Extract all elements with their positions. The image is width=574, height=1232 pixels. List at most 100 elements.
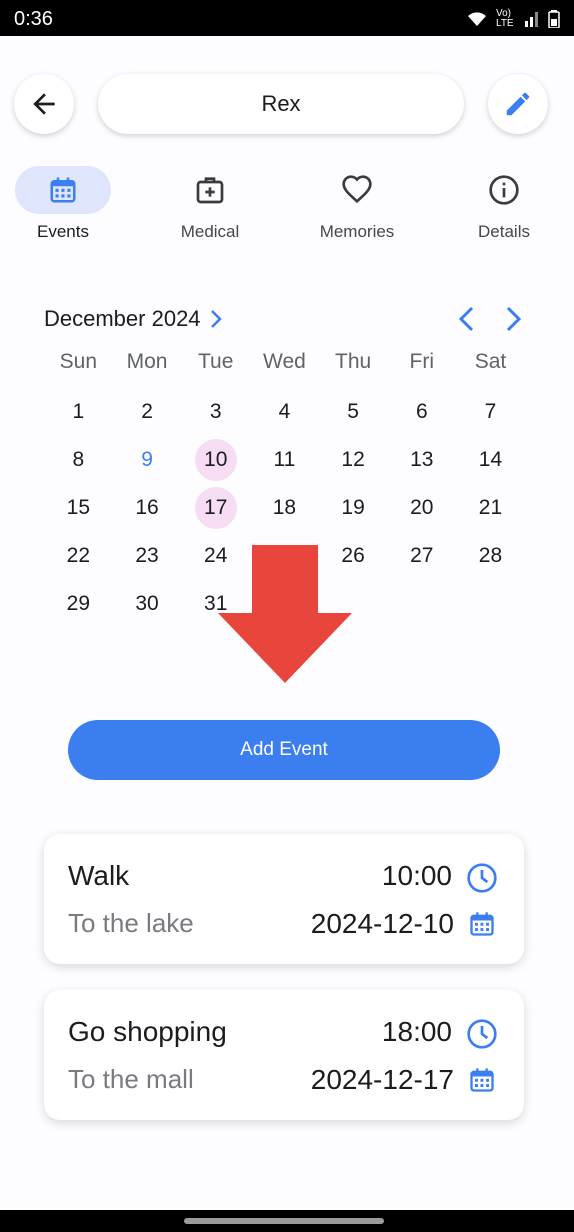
calendar-day-number: 11 — [273, 448, 296, 471]
calendar-day[interactable]: 9 — [113, 438, 182, 482]
calendar-day-number: 3 — [209, 400, 222, 423]
calendar-day[interactable]: 16 — [113, 486, 182, 530]
calendar-day[interactable]: 18 — [250, 486, 319, 530]
tab-bar: Events Medical Memories Details — [0, 166, 574, 256]
weekday-row: Sun Mon Tue Wed Thu Fri Sat — [44, 350, 530, 378]
prev-month-button[interactable] — [450, 302, 484, 336]
system-nav-bar — [0, 1210, 574, 1232]
calendar-day-number: 2 — [141, 400, 153, 423]
calendar-day-number: 17 — [194, 487, 237, 529]
tab-memories[interactable]: Memories — [297, 166, 417, 246]
calendar-day-number: 28 — [478, 544, 503, 567]
next-month-button[interactable] — [496, 302, 530, 336]
tab-events[interactable]: Events — [3, 166, 123, 246]
event-card[interactable]: Walk To the lake 10:00 2024-12-10 — [44, 834, 524, 964]
calendar-day-number: 8 — [72, 448, 85, 471]
calendar-day[interactable]: 15 — [44, 486, 113, 530]
event-card[interactable]: Go shopping To the mall 18:00 2024-12-17 — [44, 990, 524, 1120]
weekday-label: Fri — [409, 350, 435, 373]
calendar-day[interactable]: 20 — [387, 486, 456, 530]
event-time: 10:00 — [381, 860, 452, 891]
calendar-day-number: 14 — [478, 448, 503, 471]
medical-bag-icon — [196, 177, 224, 204]
calendar-week: 15 16 17 18 19 20 21 — [44, 484, 530, 532]
calendar-day[interactable]: 30 — [113, 582, 182, 626]
calendar-day[interactable]: 5 — [319, 390, 388, 434]
info-icon — [489, 175, 519, 205]
calendar-day-number: 5 — [347, 400, 359, 423]
calendar-day[interactable]: 27 — [387, 534, 456, 578]
home-indicator[interactable] — [184, 1218, 384, 1224]
calendar-header: December 2024 — [44, 296, 530, 340]
calendar-day[interactable]: 29 — [44, 582, 113, 626]
calendar-day[interactable]: 10 — [181, 438, 250, 482]
month-selector[interactable]: December 2024 — [44, 306, 225, 332]
chevron-right-small-icon — [210, 310, 222, 328]
calendar-day[interactable]: 14 — [456, 438, 525, 482]
calendar-icon — [50, 177, 76, 203]
signal-icon — [525, 12, 538, 27]
calendar-icon[interactable] — [468, 910, 496, 938]
calendar-day[interactable]: 13 — [387, 438, 456, 482]
calendar-week: 1 2 3 4 5 6 7 — [44, 388, 530, 436]
pet-name-field[interactable]: Rex — [98, 74, 464, 134]
event-title: Go shopping — [68, 1016, 227, 1047]
calendar-day[interactable]: 11 — [250, 438, 319, 482]
calendar-day[interactable]: 1 — [44, 390, 113, 434]
calendar-day-number: 16 — [135, 496, 159, 519]
calendar-day[interactable]: 22 — [44, 534, 113, 578]
status-bar: 0:36 Vo) LTE — [0, 0, 574, 36]
calendar-day-number: 20 — [410, 496, 434, 519]
calendar-day[interactable]: 8 — [44, 438, 113, 482]
calendar-week: 8 9 10 11 12 13 14 — [44, 436, 530, 484]
tab-label-medical: Medical — [180, 222, 240, 241]
event-description: To the mall — [68, 1064, 194, 1094]
calendar-day-number: 9 — [141, 448, 153, 471]
event-title: Walk — [68, 860, 130, 891]
calendar-day[interactable]: 28 — [456, 534, 525, 578]
tab-details[interactable]: Details — [444, 166, 564, 246]
calendar-day-number: 1 — [72, 400, 85, 423]
battery-icon — [548, 10, 560, 28]
network-label: Vo) LTE — [496, 8, 514, 29]
calendar-day[interactable]: 6 — [387, 390, 456, 434]
add-event-button[interactable]: Add Event — [68, 720, 500, 780]
status-icons: Vo) LTE — [466, 9, 560, 29]
calendar-day-number: 7 — [484, 400, 497, 423]
calendar-day-number: 21 — [478, 496, 503, 519]
wifi-icon — [468, 12, 486, 26]
edit-button[interactable] — [488, 74, 548, 134]
calendar-day-number: 18 — [272, 496, 297, 519]
calendar-day[interactable]: 4 — [250, 390, 319, 434]
calendar-day[interactable]: 19 — [319, 486, 388, 530]
back-button[interactable] — [14, 74, 74, 134]
calendar-day[interactable]: 2 — [113, 390, 182, 434]
calendar-day[interactable]: 23 — [113, 534, 182, 578]
tab-label-details: Details — [478, 222, 530, 241]
top-bar: Rex — [0, 36, 574, 166]
event-date: 2024-12-17 — [310, 1064, 454, 1095]
calendar-day[interactable]: 7 — [456, 390, 525, 434]
calendar-day[interactable]: 3 — [181, 390, 250, 434]
calendar-day-number: 10 — [194, 439, 237, 481]
calendar-day-number: 22 — [66, 544, 91, 567]
calendar-day-number: 27 — [410, 544, 434, 567]
tab-label-events: Events — [37, 222, 89, 241]
calendar-day[interactable]: 12 — [319, 438, 388, 482]
calendar-icon[interactable] — [468, 1066, 496, 1094]
weekday-label: Sun — [59, 350, 98, 373]
calendar-day-number: 23 — [135, 544, 159, 567]
clock-icon[interactable] — [466, 1018, 498, 1050]
calendar-day[interactable]: 21 — [456, 486, 525, 530]
red-arrow-down-icon — [218, 545, 352, 683]
calendar-day-number: 19 — [341, 496, 365, 519]
month-nav — [450, 302, 530, 336]
calendar-day-number: 30 — [135, 592, 159, 615]
pencil-icon — [506, 92, 530, 116]
calendar-day-number: 12 — [341, 448, 365, 471]
tab-medical[interactable]: Medical — [150, 166, 270, 246]
clock-icon[interactable] — [466, 862, 498, 894]
weekday-label: Mon — [126, 350, 168, 373]
weekday-label: Wed — [263, 350, 306, 373]
calendar-day[interactable]: 17 — [181, 486, 250, 530]
